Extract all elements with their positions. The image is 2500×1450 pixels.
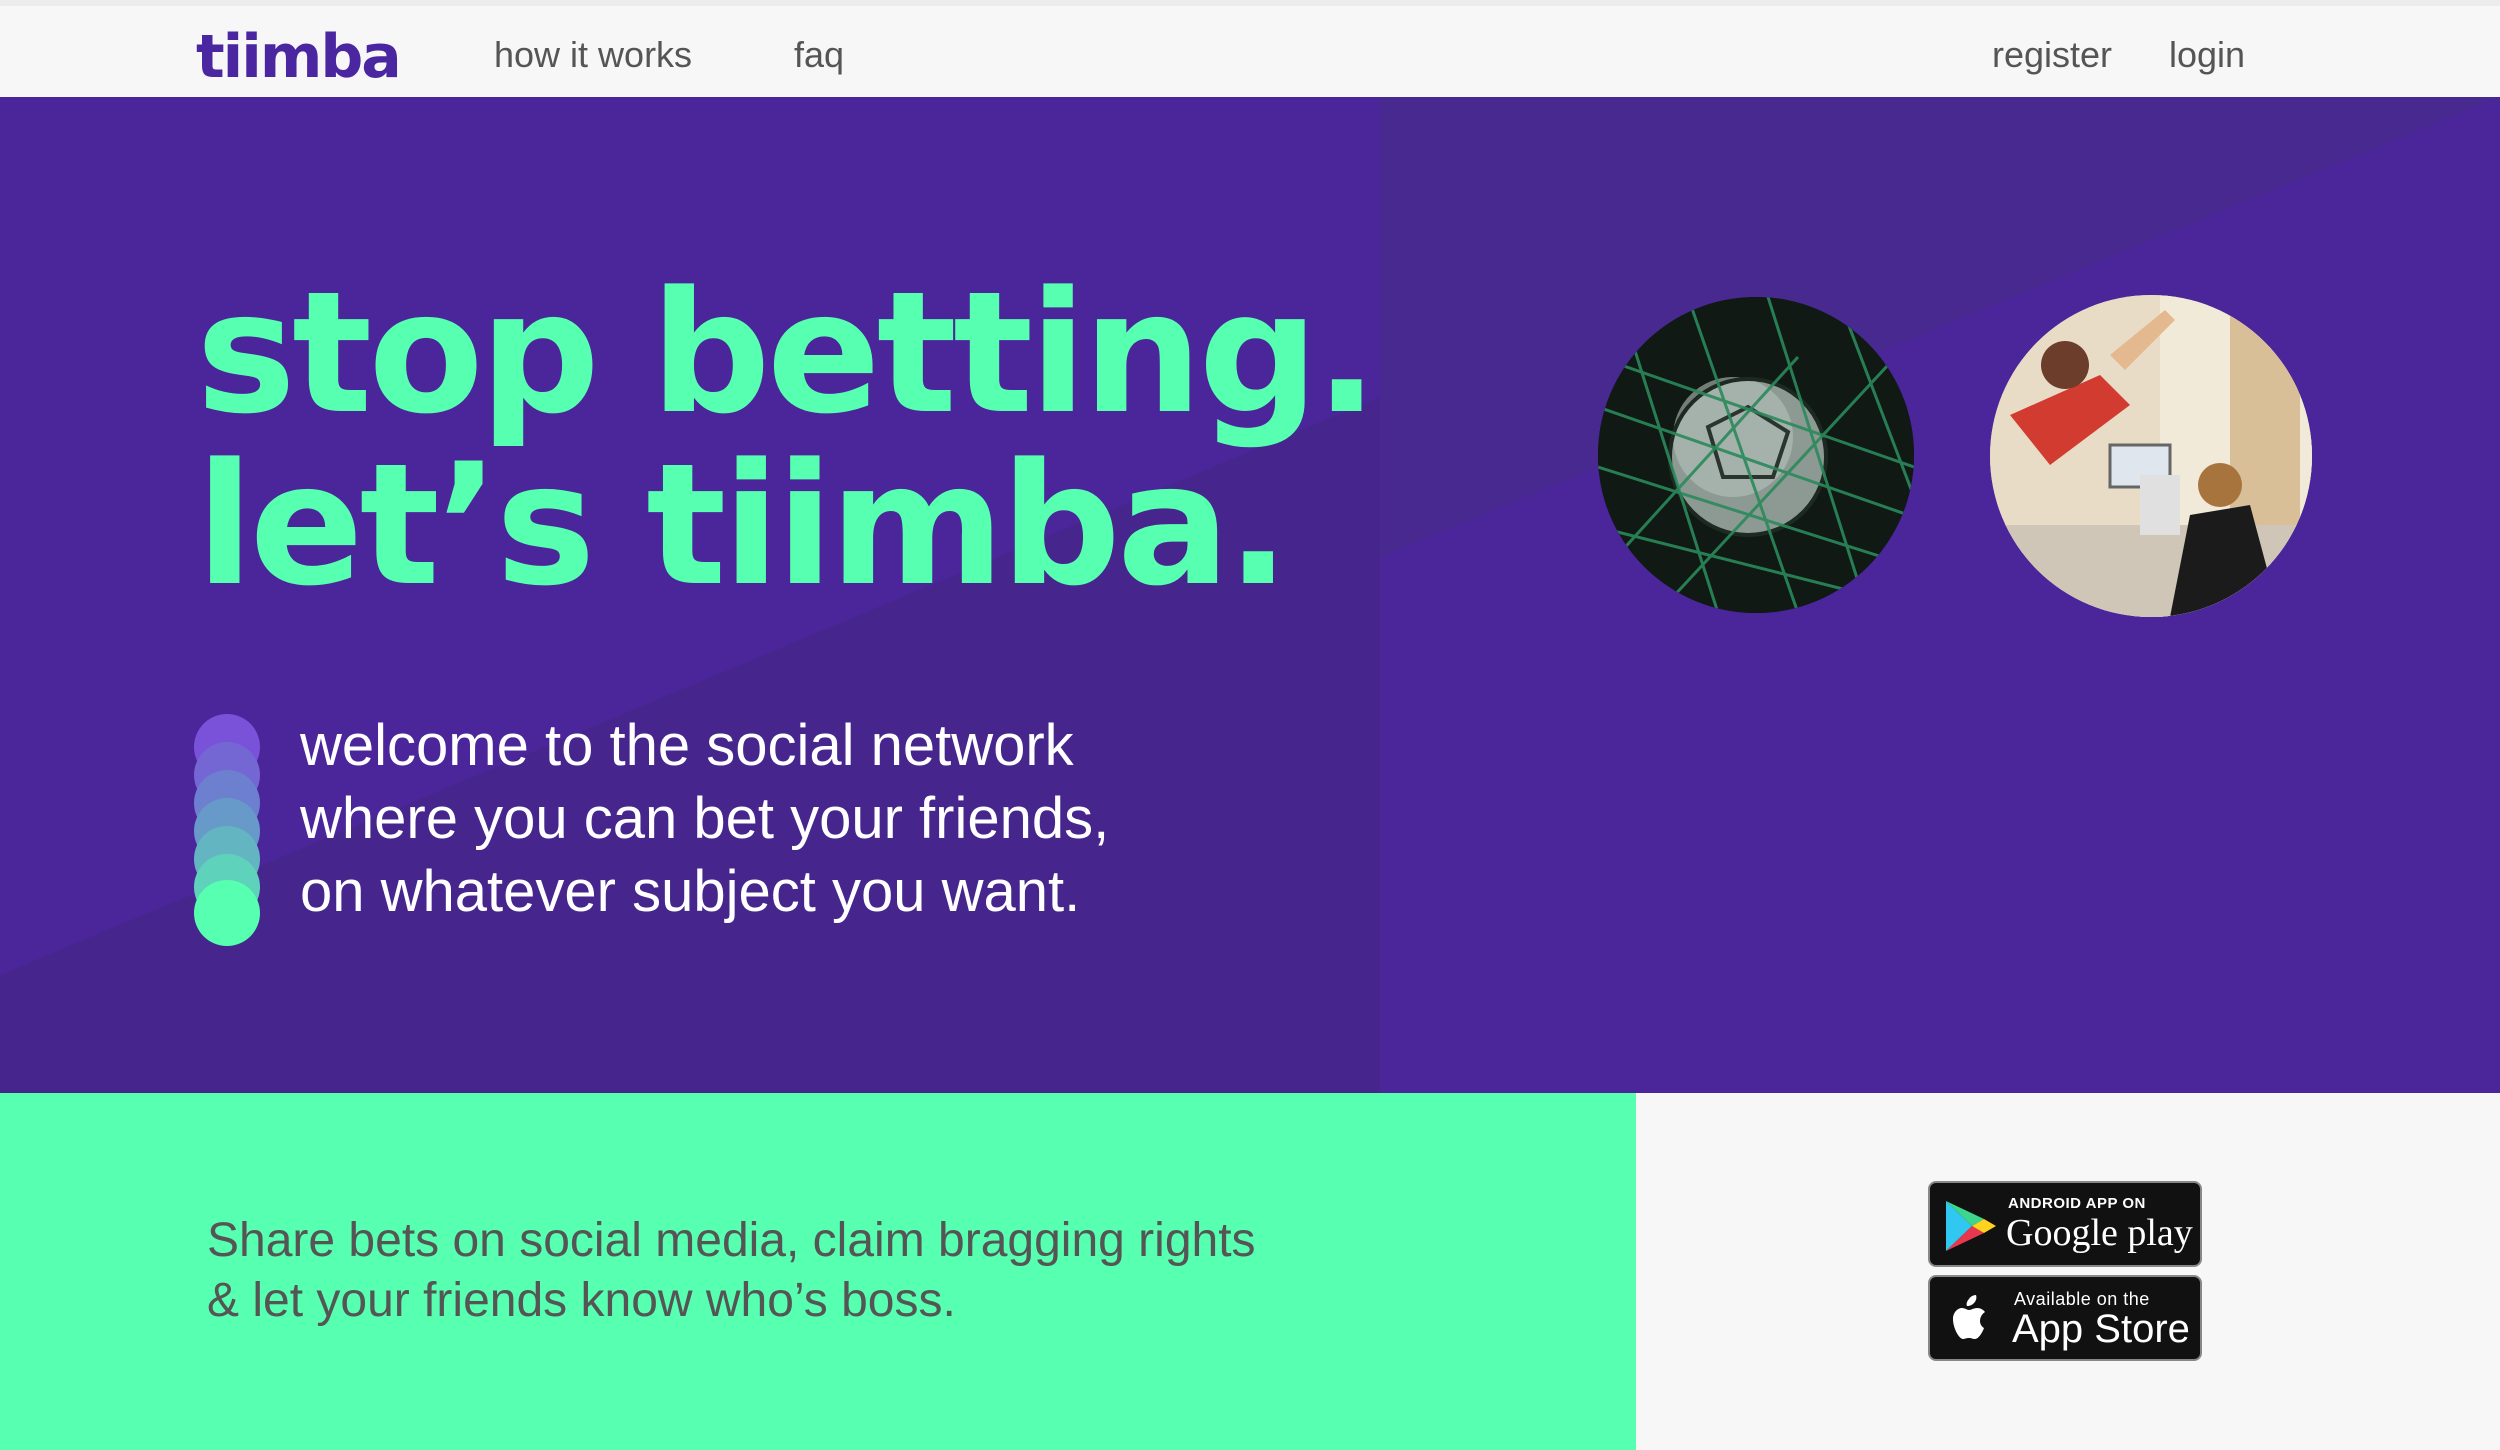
- app-download-section: ANDROID APP ON Google play Available on …: [1636, 1093, 2500, 1450]
- app-store-button[interactable]: Available on the App Store: [1928, 1275, 2202, 1361]
- google-play-big-text: Google play: [2006, 1212, 2193, 1254]
- soccer-ball-image: [1598, 297, 1914, 613]
- google-play-icon: [1946, 1201, 1996, 1251]
- subline-line-1: welcome to the social network: [300, 713, 1074, 778]
- subline-line-3: on whatever subject you want.: [300, 859, 1081, 924]
- gradient-dot-stack: [194, 714, 260, 946]
- apple-icon: [1953, 1295, 1985, 1339]
- hero-subline: welcome to the social network where you …: [300, 709, 1300, 928]
- tagline-line-2: & let your friends know who’s boss.: [207, 1274, 956, 1327]
- logo-text: tiimba: [196, 22, 402, 92]
- google-play-button[interactable]: ANDROID APP ON Google play: [1928, 1181, 2202, 1267]
- headline-line-2: let’s tiimba.: [196, 427, 1290, 623]
- soccer-ball-photo: [1598, 297, 1914, 613]
- friends-image: [1990, 295, 2312, 617]
- nav-link-login[interactable]: login: [2169, 34, 2245, 76]
- hero-headline: stop betting. let’s tiimba.: [196, 255, 1379, 623]
- nav-link-faq[interactable]: faq: [794, 34, 844, 76]
- hero-section: stop betting. let’s tiimba. welcome to t…: [0, 97, 2500, 1093]
- app-store-big-text: App Store: [2012, 1307, 2190, 1351]
- dot-7: [194, 880, 260, 946]
- footer-tagline-section: Share bets on social media, claim braggi…: [0, 1093, 1636, 1450]
- tagline-line-1: Share bets on social media, claim braggi…: [207, 1214, 1256, 1267]
- nav-link-how-it-works[interactable]: how it works: [494, 34, 692, 76]
- nav-link-register[interactable]: register: [1992, 34, 2112, 76]
- friends-high-five-photo: [1990, 295, 2312, 617]
- footer-tagline: Share bets on social media, claim braggi…: [207, 1211, 1256, 1331]
- tiimba-logo[interactable]: tiimba: [196, 22, 402, 92]
- google-play-small-text: ANDROID APP ON: [2008, 1195, 2146, 1212]
- subline-line-2: where you can bet your friends,: [300, 786, 1110, 851]
- headline-line-1: stop betting.: [196, 255, 1379, 451]
- top-nav: tiimba how it works faq register login: [0, 0, 2500, 97]
